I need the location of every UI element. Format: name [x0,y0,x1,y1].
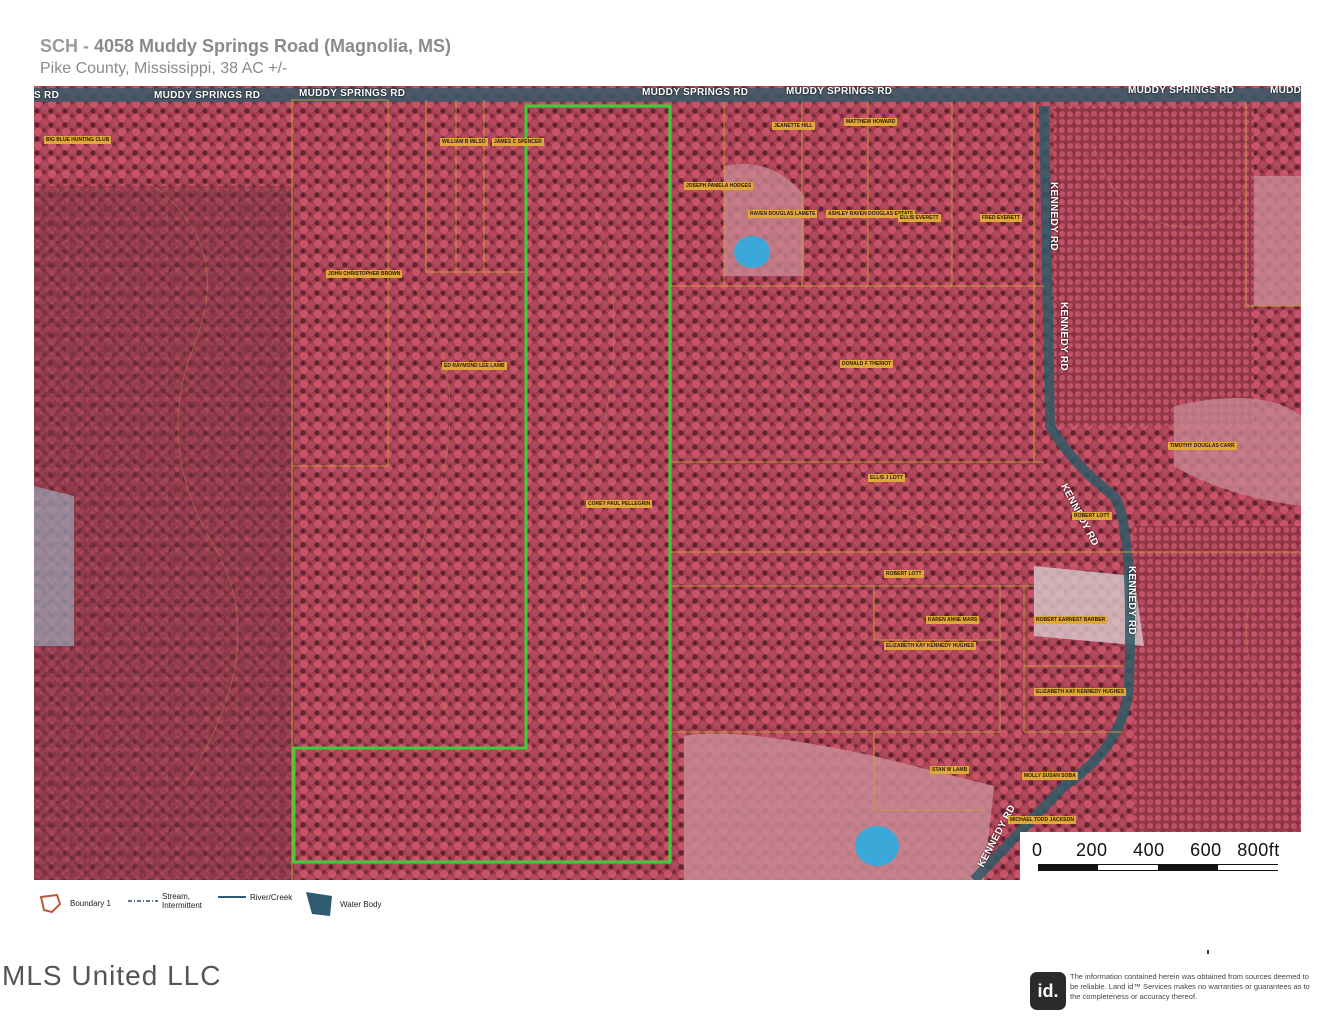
clearing-west [34,486,74,646]
owner-label: MICHAEL TODD JACKSON [1008,816,1076,824]
scale-label: 0 [1032,840,1043,860]
scale-label: 800ft [1237,840,1280,860]
owner-label: MATTHEW HOWARD [844,118,898,126]
scale-bar: 0 200 400 600 800ft [1020,832,1301,880]
owner-label: ELIZABETH KAY KENNEDY HUGHES [1034,688,1126,696]
road-label: KENNEDY RD [1058,302,1069,371]
road-label: KENNEDY RD [1126,566,1137,635]
scale-track [1038,864,1278,871]
owner-label: ROBERT LOTT [1072,512,1112,520]
owner-label: ED RAYMOND LEE LAMB [442,362,507,370]
legend-item-water-body: Water Body [306,890,382,918]
owner-label: ELLIS J LOTT [868,474,905,482]
boundary-icon [39,893,62,914]
owner-label: TIMOTHY DOUGLAS CARR [1168,442,1237,450]
map-subtitle: Pike County, Mississippi, 38 AC +/- [40,60,288,77]
legend-item-stream: Stream, Intermittent [128,892,210,910]
speck [1207,950,1209,954]
legend-label: River/Creek [250,892,293,902]
disclaimer-text: The information contained herein was obt… [1070,972,1310,1001]
road-label: MUDDY SPRINGS RD [299,88,406,99]
road-label: S RD [34,90,60,101]
owner-label: FRED EVERETT [980,214,1023,222]
water-body-icon [306,892,332,916]
scale-label: 200 [1076,840,1108,860]
pond [734,236,770,268]
mls-watermark: MLS United LLC [2,960,222,991]
scale-labels: 0 200 400 600 800ft [1032,840,1280,861]
scale-label: 400 [1133,840,1165,860]
owner-label: JOHN CHRISTOPHER BROWN [326,270,403,278]
aerial-imagery [34,86,1301,880]
owner-label: RAVEN DOUGLAS LAMETE [748,210,818,218]
river-icon [218,896,246,898]
owner-label: MOLLY SUSAN SOBA [1022,772,1078,780]
title-main: 4058 Muddy Springs Road (Magnolia, MS) [94,36,452,56]
owner-label: WILLIAM B MILSO [440,138,488,146]
road-label: MUDDY SPRINGS RD [1128,86,1235,96]
legend-label: Water Body [340,899,382,909]
pine-plantation-south [1134,526,1301,880]
owner-label: STAN W LAMB [930,766,970,774]
scale-label: 600 [1190,840,1222,860]
pond-south [855,826,899,866]
legend-item-boundary: Boundary 1 [38,892,111,914]
land-id-logo: id. [1030,972,1066,1010]
road-label: KENNEDY RD [1048,182,1059,251]
legend-label: Boundary 1 [70,898,111,908]
title-prefix: SCH - [40,36,89,56]
road-label: MUDDY SPRINGS RD [642,87,749,98]
owner-label: ELIZABETH KAY KENNEDY HUGHES [884,642,976,650]
owner-label: DONALD F THERIOT [840,360,894,368]
legend-item-river: River/Creek [218,892,292,902]
stream-icon [128,900,158,902]
map-title: SCH - 4058 Muddy Springs Road (Magnolia,… [40,36,451,57]
clearing-ne [1254,176,1301,306]
owner-label: JEANETTE HILL [772,122,815,130]
road-label: MUDDY SPRINGS RD [154,90,261,101]
aerial-map[interactable]: S RD MUDDY SPRINGS RD MUDDY SPRINGS RD M… [34,86,1301,880]
owner-label: ROBERT EARNEST BARBER [1034,616,1108,624]
owner-label: ROBERT LOTT [884,570,924,578]
pine-plantation [1054,106,1254,426]
owner-label: KAREN ANNE MARS [926,616,980,624]
legend-label: Stream, Intermittent [162,892,203,910]
map-legend: Boundary 1 Stream, Intermittent River/Cr… [38,890,638,922]
owner-label: JOSEPH PAMELA HODGES [684,182,754,190]
road-label: MUDDY SPRINGS RD [786,86,893,97]
owner-label: JAMES C SPENCER [492,138,544,146]
road-label: MUDD [1270,86,1301,96]
owner-label: COREY PAUL PELLEGRIN [586,500,653,508]
owner-label: BIG BLUE HUNTING CLUB [44,136,112,144]
owner-label: ELLIS EVERETT [898,214,941,222]
